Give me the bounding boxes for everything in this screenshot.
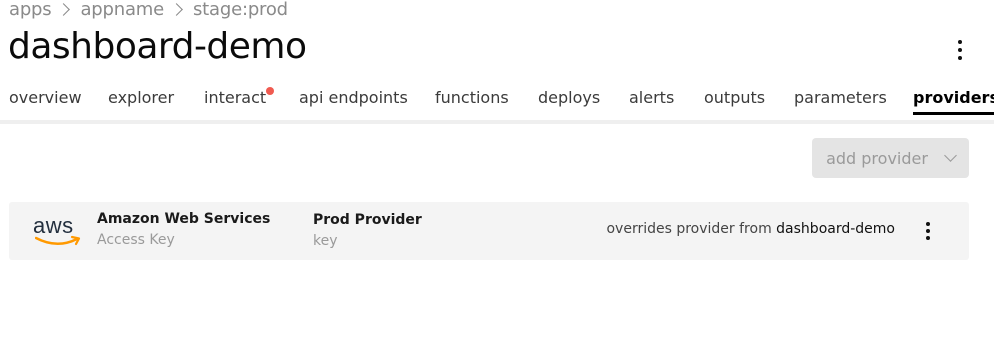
override-app[interactable]: dashboard-demo — [776, 221, 895, 237]
breadcrumb-stage[interactable]: stage:prod — [193, 0, 288, 20]
tab-parameters[interactable]: parameters — [794, 88, 887, 115]
tab-explorer[interactable]: explorer — [108, 88, 174, 115]
chevron-right-icon — [170, 3, 183, 16]
override-note: overrides provider from dashboard-demo — [606, 221, 895, 237]
tab-interact[interactable]: interact — [204, 87, 275, 115]
notification-dot — [266, 87, 275, 95]
page-title: dashboard-demo — [8, 26, 307, 67]
tab-deploys[interactable]: deploys — [538, 88, 600, 115]
provider-row[interactable]: aws Amazon Web Services Access Key Prod … — [9, 202, 969, 260]
aws-smile-icon — [35, 235, 81, 246]
breadcrumb: apps appname stage:prod — [9, 0, 288, 20]
chevron-right-icon — [57, 3, 71, 16]
tab-overview[interactable]: overview — [9, 88, 82, 115]
tab-functions[interactable]: functions — [435, 88, 509, 115]
service-name: Amazon Web Services — [97, 211, 271, 227]
tab-alerts[interactable]: alerts — [629, 88, 674, 115]
tab-api-endpoints[interactable]: api endpoints — [299, 88, 408, 115]
chevron-down-icon — [944, 148, 957, 162]
override-prefix: overrides provider from — [606, 221, 772, 237]
tab-providers[interactable]: providers — [913, 88, 994, 115]
provider-name: Prod Provider — [313, 212, 422, 228]
tab-interact-label: interact — [204, 88, 267, 107]
aws-logo-icon: aws — [33, 213, 83, 249]
more-options-icon[interactable] — [950, 40, 970, 60]
add-provider-button[interactable]: add provider — [812, 138, 969, 178]
tab-bar: overview explorer interact api endpoints… — [0, 86, 994, 124]
row-options-icon[interactable] — [918, 222, 938, 240]
add-provider-label: add provider — [826, 148, 928, 168]
tab-outputs[interactable]: outputs — [704, 88, 765, 115]
breadcrumb-appname[interactable]: appname — [80, 0, 164, 20]
provider-type: key — [313, 233, 338, 249]
service-type: Access Key — [97, 232, 175, 248]
breadcrumb-apps[interactable]: apps — [9, 0, 52, 20]
